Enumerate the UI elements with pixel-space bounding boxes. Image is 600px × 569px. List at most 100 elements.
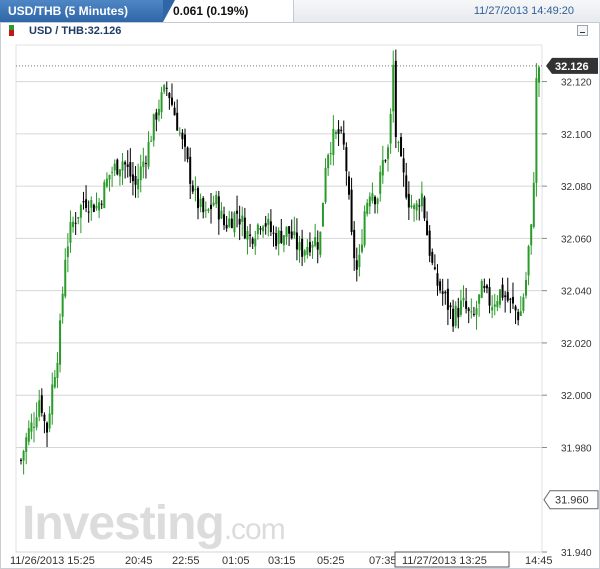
candle-body <box>514 306 517 311</box>
candle-body <box>454 305 457 326</box>
candle-body <box>384 160 387 162</box>
candle-body <box>504 295 507 298</box>
candle-body <box>379 171 382 194</box>
y-tick-label: 32.020 <box>561 339 592 350</box>
candle-body <box>217 196 220 220</box>
candle-body <box>535 78 538 183</box>
candle-body <box>444 291 447 294</box>
candle-body <box>517 311 520 321</box>
candle-body <box>410 205 413 208</box>
candle-body <box>532 182 535 227</box>
candle-body <box>301 238 304 257</box>
candle-body <box>126 164 129 167</box>
candle-body <box>87 211 90 213</box>
candle-body <box>262 226 265 232</box>
candle-body <box>475 308 478 315</box>
candle-body <box>381 160 384 176</box>
candle-body <box>90 199 93 208</box>
candle-body <box>423 197 426 219</box>
candle-body <box>462 297 465 301</box>
candle-body <box>368 196 371 207</box>
candle-body <box>77 217 80 219</box>
candle-body <box>347 176 350 195</box>
candle-body <box>85 199 88 208</box>
candle-body <box>103 182 106 209</box>
candle-body <box>340 129 343 131</box>
x-tick-label: 05:25 <box>317 555 345 567</box>
candle-body <box>493 304 496 307</box>
x-tick-label: 11/27/2013 13:25 <box>402 555 487 567</box>
candle-body <box>394 60 397 138</box>
candle-body <box>308 242 311 253</box>
candle-body <box>246 230 249 240</box>
candle-body <box>293 231 296 236</box>
candle-body <box>277 230 280 245</box>
candle-body <box>467 308 470 311</box>
candle-body <box>51 384 54 415</box>
candle-body <box>478 294 481 304</box>
candle-body <box>170 97 173 105</box>
candle-body <box>48 413 51 429</box>
x-tick-label: 03:15 <box>268 555 296 567</box>
candle-body <box>129 162 132 177</box>
candle-body <box>342 133 345 145</box>
candle-body <box>210 204 213 210</box>
candle-body <box>280 230 283 243</box>
candle-body <box>439 281 442 291</box>
candle-body <box>358 254 361 268</box>
y-tick-label: 32.100 <box>561 130 592 141</box>
candle-body <box>157 108 160 116</box>
candle-body <box>316 242 319 250</box>
candle-body <box>243 217 246 239</box>
candle-body <box>288 226 291 234</box>
candle-body <box>27 428 30 442</box>
candle-body <box>397 142 400 144</box>
candle-body <box>376 198 379 205</box>
candle-body <box>160 92 163 113</box>
candle-body <box>306 247 309 255</box>
candle-body <box>56 362 59 378</box>
candle-body <box>472 313 475 315</box>
candle-body <box>428 230 431 256</box>
candle-body <box>449 305 452 308</box>
candle-body <box>108 174 111 180</box>
candle-body <box>446 288 449 310</box>
candle-body <box>452 308 455 327</box>
candle-body <box>121 161 124 171</box>
candle-body <box>238 218 241 225</box>
candle-body <box>147 141 150 167</box>
candle-body <box>43 414 46 422</box>
candle-body <box>183 134 186 147</box>
candle-body <box>459 300 462 315</box>
candle-body <box>511 296 514 304</box>
candle-body <box>22 451 25 461</box>
candle-body <box>116 159 119 175</box>
candle-body <box>329 153 332 155</box>
candle-body <box>69 222 72 243</box>
candle-body <box>285 226 288 238</box>
y-tick-label: 32.000 <box>561 391 592 402</box>
candle-body <box>53 377 56 388</box>
candle-body <box>295 232 298 250</box>
candle-body <box>363 211 366 246</box>
candle-body <box>113 163 116 171</box>
candle-body <box>509 298 512 300</box>
last-price-label: 32.126 <box>555 61 589 73</box>
candle-body <box>485 285 488 289</box>
candle-body <box>38 400 41 417</box>
candle-body <box>538 67 540 83</box>
candle-body <box>480 280 483 298</box>
candle-body <box>506 292 509 301</box>
candle-body <box>79 204 82 218</box>
candle-body <box>418 205 421 207</box>
candle-body <box>426 220 429 236</box>
candle-body <box>392 64 395 112</box>
candle-body <box>353 229 356 259</box>
candle-body <box>118 169 121 177</box>
candle-body <box>420 193 423 207</box>
candle-body <box>251 238 254 244</box>
candle-body <box>264 223 267 227</box>
candle-body <box>259 228 262 230</box>
candle-body <box>501 284 504 298</box>
x-tick-label: 14:45 <box>525 555 553 567</box>
